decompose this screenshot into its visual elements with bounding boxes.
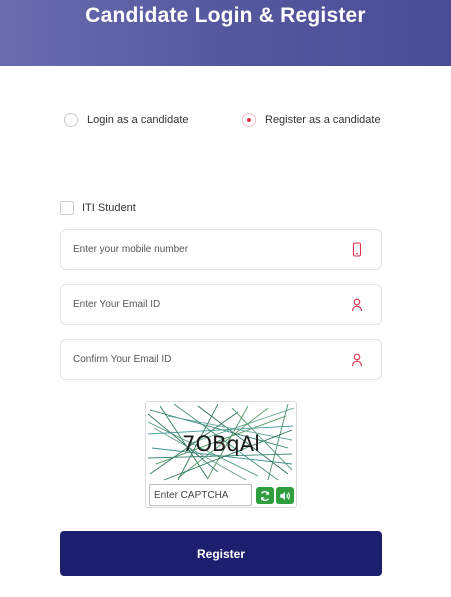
login-as-candidate-radio[interactable]: Login as a candidate (64, 111, 189, 129)
email-input[interactable] (61, 285, 381, 324)
captcha-input[interactable] (149, 484, 252, 506)
captcha-audio-button[interactable] (276, 487, 294, 504)
iti-student-checkbox[interactable] (60, 200, 74, 215)
confirm-email-input[interactable] (61, 340, 381, 379)
iti-student-label: ITI Student (82, 201, 136, 214)
page-title: Candidate Login & Register (85, 4, 366, 27)
mobile-phone-icon (352, 242, 362, 257)
radio-button-unchecked[interactable] (64, 113, 78, 127)
mobile-number-input[interactable] (61, 230, 381, 269)
iti-student-checkbox-row[interactable]: ITI Student (60, 199, 136, 216)
radio-button-checked[interactable] (242, 113, 256, 127)
email-field[interactable] (60, 284, 382, 325)
register-button[interactable]: Register (60, 531, 382, 576)
confirm-email-field[interactable] (60, 339, 382, 380)
captcha-image: 7OBqAl (148, 404, 294, 481)
captcha-refresh-button[interactable] (256, 487, 274, 504)
user-icon (351, 353, 363, 367)
mobile-number-field[interactable] (60, 229, 382, 270)
user-icon (351, 298, 363, 312)
register-as-candidate-radio[interactable]: Register as a candidate (242, 111, 381, 129)
captcha-container: 7OBqAl (145, 401, 297, 508)
register-as-candidate-label: Register as a candidate (265, 114, 381, 126)
page-header: Candidate Login & Register (0, 0, 451, 66)
login-as-candidate-label: Login as a candidate (87, 114, 189, 126)
refresh-icon (260, 490, 270, 501)
speaker-icon (280, 491, 290, 500)
captcha-text: 7OBqAl (182, 432, 260, 456)
